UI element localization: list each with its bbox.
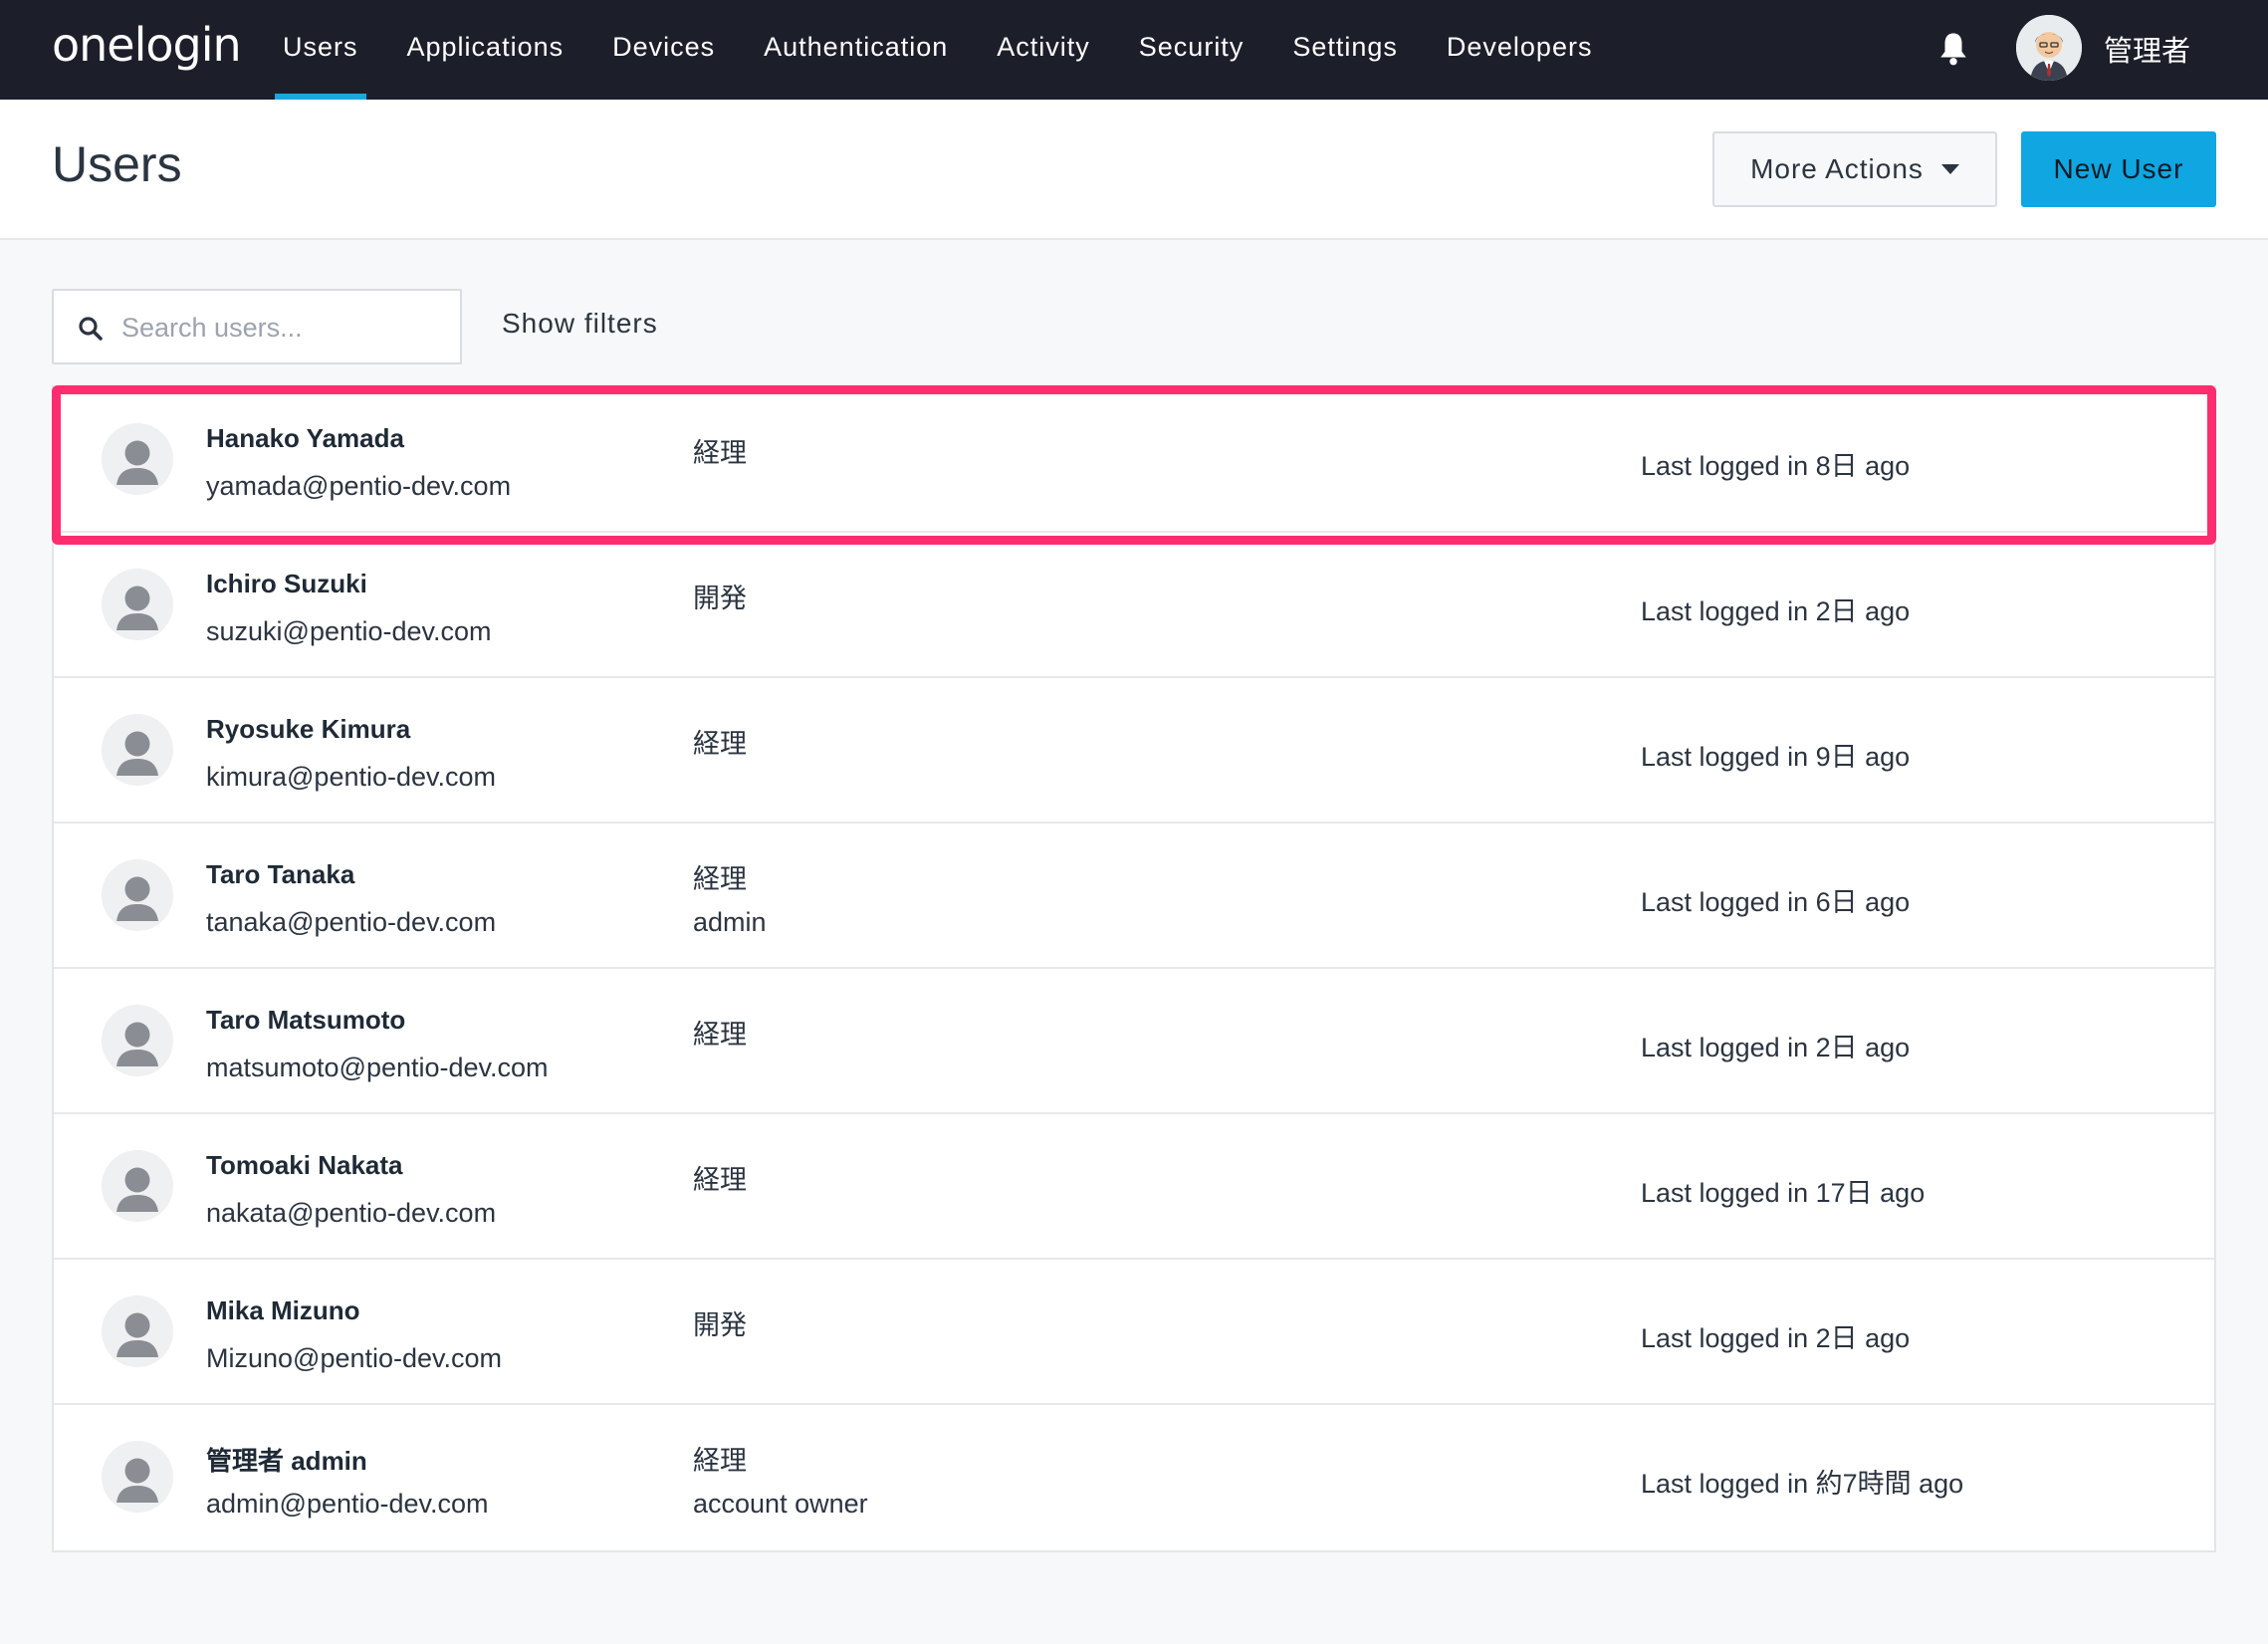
user-list: Hanako Yamada yamada@pentio-dev.com 経理 Last…	[52, 385, 2216, 1552]
show-filters-link[interactable]: Show filters	[502, 308, 658, 340]
user-avatar-icon	[102, 423, 173, 495]
user-avatar-icon	[102, 1005, 173, 1076]
admin-portrait-icon	[2016, 15, 2082, 81]
notifications-bell-icon[interactable]	[1936, 30, 1970, 68]
nav-item-applications[interactable]: Applications	[399, 0, 572, 100]
user-role: 経理	[693, 438, 747, 469]
last-login-text: Last logged in 8日 ago	[1641, 451, 1911, 481]
user-row[interactable]: Taro Tanaka tanaka@pentio-dev.com 経理 admin L…	[54, 823, 2214, 969]
main-nav: Users Applications Devices Authentication Ac…	[275, 0, 1633, 100]
onelogin-logo[interactable]: onelogin	[52, 18, 242, 72]
user-email: Mizuno@pentio-dev.com	[206, 1343, 503, 1373]
last-login-text: Last logged in 9日 ago	[1641, 742, 1911, 772]
user-name[interactable]: 管理者 admin	[206, 1441, 367, 1478]
nav-item-users[interactable]: Users	[275, 0, 366, 100]
page-title: Users	[52, 136, 182, 192]
user-row[interactable]: Ichiro Suzuki suzuki@pentio-dev.com 開発 Last…	[54, 533, 2214, 678]
user-name[interactable]: Hanako Yamada	[206, 423, 404, 454]
user-row[interactable]: Taro Matsumoto matsumoto@pentio-dev.com 経理…	[54, 969, 2214, 1114]
user-role-secondary: admin	[693, 907, 767, 937]
user-role: 経理	[693, 1020, 747, 1051]
search-box[interactable]	[52, 289, 462, 364]
user-name[interactable]: Taro Matsumoto	[206, 1005, 405, 1036]
nav-item-activity[interactable]: Activity	[989, 0, 1098, 100]
nav-item-devices[interactable]: Devices	[604, 0, 723, 100]
user-role-secondary: account owner	[693, 1489, 868, 1519]
last-login-text: Last logged in 2日 ago	[1641, 1033, 1911, 1062]
nav-item-security[interactable]: Security	[1131, 0, 1252, 100]
last-login-text: Last logged in 6日 ago	[1641, 887, 1911, 917]
user-email: kimura@pentio-dev.com	[206, 762, 497, 792]
top-nav: onelogin Users Applications Devices Authent…	[0, 0, 2268, 100]
account-name[interactable]: 管理者	[2104, 28, 2190, 70]
user-avatar-icon	[102, 1150, 173, 1222]
user-role: 経理	[693, 729, 747, 760]
last-login-text: Last logged in 2日 ago	[1641, 1323, 1911, 1353]
user-name[interactable]: Ryosuke Kimura	[206, 714, 410, 745]
user-avatar-icon	[102, 714, 173, 786]
user-role: 経理	[693, 864, 747, 895]
user-email: tanaka@pentio-dev.com	[206, 907, 497, 937]
last-login-text: Last logged in 約7時間 ago	[1641, 1469, 1964, 1499]
user-row[interactable]: Hanako Yamada yamada@pentio-dev.com 経理 Last…	[54, 387, 2214, 533]
nav-item-developers[interactable]: Developers	[1439, 0, 1601, 100]
user-row[interactable]: 管理者 admin admin@pentio-dev.com 経理 account o…	[54, 1405, 2214, 1550]
user-email: yamada@pentio-dev.com	[206, 471, 512, 501]
user-role: 開発	[693, 1310, 747, 1341]
user-role: 開発	[693, 584, 747, 614]
user-name[interactable]: Tomoaki Nakata	[206, 1150, 402, 1181]
new-user-button[interactable]: New User	[2021, 131, 2216, 207]
page-header: Users More Actions New User	[0, 100, 2268, 240]
user-row[interactable]: Tomoaki Nakata nakata@pentio-dev.com 経理 Las…	[54, 1114, 2214, 1260]
user-role: 経理	[693, 1446, 747, 1477]
user-name[interactable]: Ichiro Suzuki	[206, 569, 367, 599]
nav-item-authentication[interactable]: Authentication	[756, 0, 956, 100]
more-actions-button[interactable]: More Actions	[1712, 131, 1997, 207]
user-row[interactable]: Ryosuke Kimura kimura@pentio-dev.com 経理 Las…	[54, 678, 2214, 823]
nav-item-settings[interactable]: Settings	[1284, 0, 1406, 100]
search-icon	[79, 317, 103, 341]
admin-avatar[interactable]	[2016, 15, 2082, 81]
user-row[interactable]: Mika Mizuno Mizuno@pentio-dev.com 開発 Last l…	[54, 1260, 2214, 1405]
user-avatar-icon	[102, 569, 173, 640]
user-avatar-icon	[102, 1441, 173, 1513]
caret-down-icon	[1940, 164, 1959, 174]
user-avatar-icon	[102, 859, 173, 931]
user-email: suzuki@pentio-dev.com	[206, 616, 492, 646]
user-email: admin@pentio-dev.com	[206, 1489, 489, 1519]
last-login-text: Last logged in 17日 ago	[1641, 1178, 1926, 1208]
user-role: 経理	[693, 1165, 747, 1196]
user-name[interactable]: Mika Mizuno	[206, 1295, 360, 1326]
user-email: matsumoto@pentio-dev.com	[206, 1053, 549, 1082]
search-input[interactable]	[121, 305, 450, 351]
user-avatar-icon	[102, 1295, 173, 1367]
user-email: nakata@pentio-dev.com	[206, 1198, 497, 1228]
last-login-text: Last logged in 2日 ago	[1641, 596, 1911, 626]
more-actions-label: More Actions	[1750, 153, 1924, 184]
user-name[interactable]: Taro Tanaka	[206, 859, 354, 890]
